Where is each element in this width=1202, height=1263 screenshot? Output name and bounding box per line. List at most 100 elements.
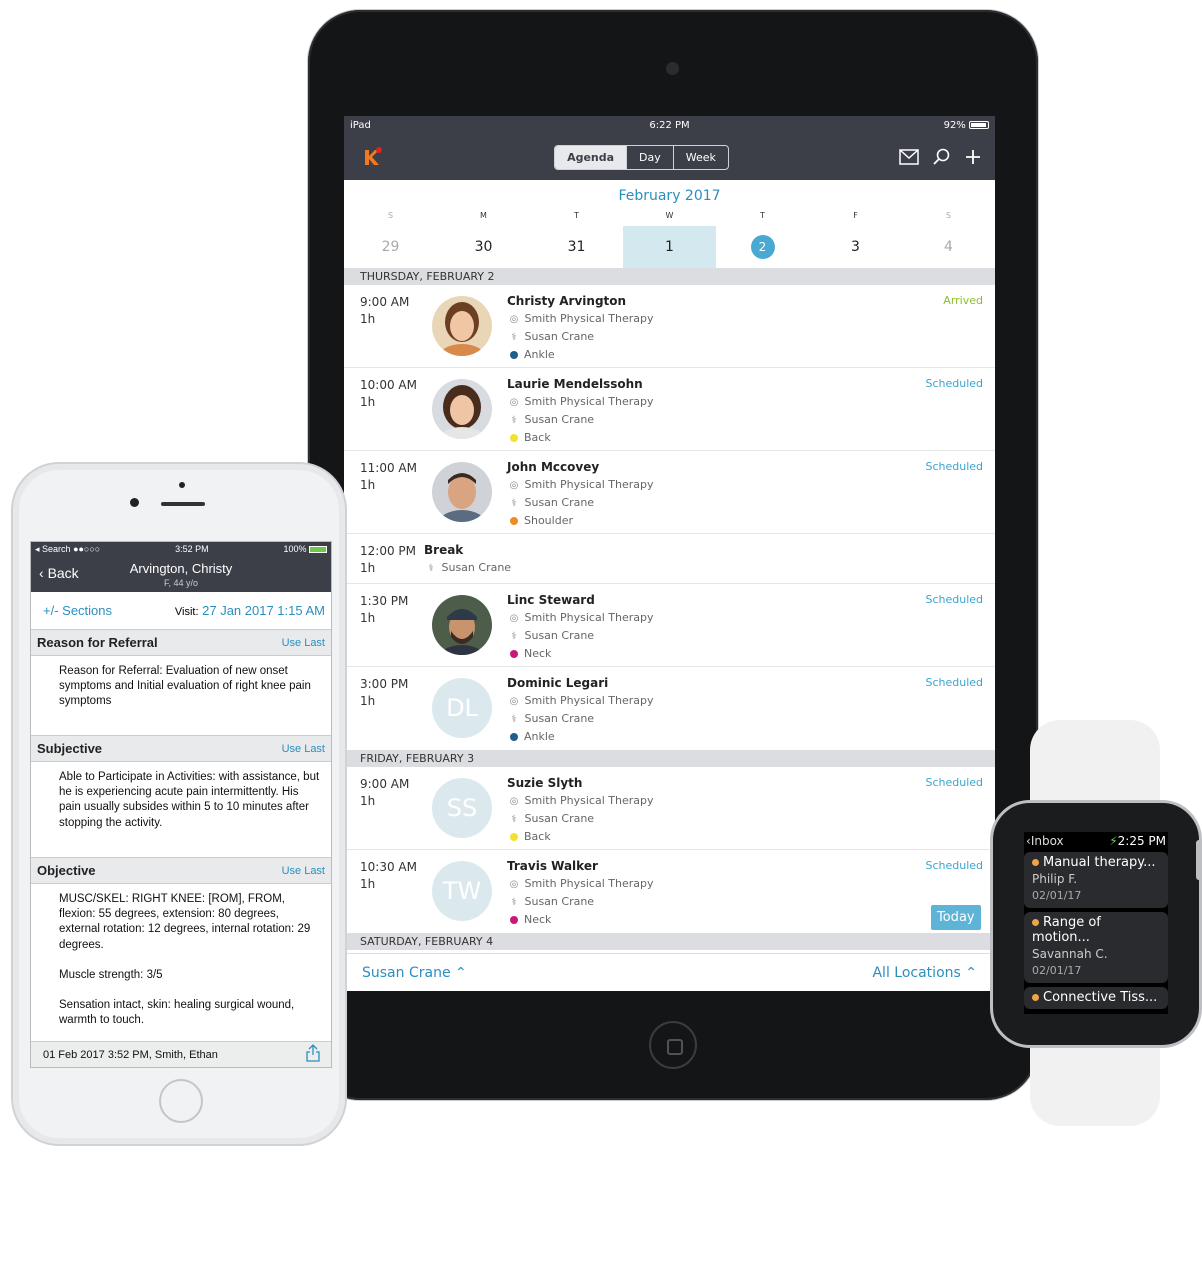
patient-avatar [432,379,492,439]
use-last-button[interactable]: Use Last [282,637,325,649]
date-cell-selected[interactable]: 1 [623,226,716,268]
appointment-row[interactable]: 10:30 AM 1h TW Travis Walker ◎ Smith Phys… [344,850,995,933]
weekday-label: W [665,211,674,220]
duration-text: 1h [360,478,376,492]
date-cell-today[interactable]: 2 [716,226,809,268]
inbox-item-title: Connective Tiss... [1032,990,1160,1005]
location-name: Smith Physical Therapy [524,611,654,624]
provider-name: Susan Crane [524,712,595,725]
appointment-row[interactable]: 3:00 PM 1h DL Dominic Legari ◎ Smith Phys… [344,667,995,750]
visit-date[interactable]: 27 Jan 2017 1:15 AM [202,603,325,618]
device-label: iPad [350,119,371,131]
tag-dot [510,916,518,924]
location-name: Smith Physical Therapy [524,478,654,491]
provider-name: Susan Crane [524,812,595,825]
filter-bar: Susan Crane ⌃ All Locations ⌃ [344,953,995,991]
break-details: Break ⚕ Susan Crane [424,542,511,577]
ipad-status-bar: iPad 6:22 PM 92% [344,116,995,134]
tab-week[interactable]: Week [672,145,728,169]
provider-filter[interactable]: Susan Crane ⌃ [362,965,467,981]
iphone-front-lens [130,498,139,507]
appointment-status: Scheduled [925,776,983,789]
battery-indicator: 92% [944,120,989,131]
time-text: 9:00 AM [360,295,410,309]
location-pin-icon: ◎ [509,397,519,408]
iphone-device: ◂ Search ●●○○○ 3:52 PM 100% ‹ Back Arvin… [11,462,347,1146]
use-last-button[interactable]: Use Last [282,865,325,877]
ipad-home-button[interactable] [649,1021,697,1069]
carrier-text: Search [42,543,71,554]
section-text: MUSC/SKEL: RIGHT KNEE: [ROM], FROM, flex… [59,893,311,951]
watch-crown[interactable] [1196,840,1202,880]
provider-name: Susan Crane [524,413,595,426]
date-cell[interactable]: 3 [809,226,902,268]
weekday-label: S [387,211,394,220]
section-body[interactable]: Able to Participate in Activities: with … [31,762,331,858]
appointment-row[interactable]: 9:00 AM 1h SS Suzie Slyth ◎ Smith Physica… [344,767,995,850]
status-time: 3:52 PM [175,544,209,554]
mail-icon[interactable] [899,149,919,165]
appointment-row[interactable]: 1:30 PM 1h Linc Steward ◎ Smith Physical … [344,584,995,667]
appointment-status: Arrived [943,294,983,307]
search-icon[interactable] [933,148,951,166]
stethoscope-icon: ⚕ [511,415,517,426]
location-pin-icon: ◎ [509,314,519,325]
inbox-item-name: Savannah C. [1032,947,1108,961]
patient-initials-avatar: DL [432,678,492,738]
inbox-item-title: Manual therapy... [1032,855,1160,870]
break-row[interactable]: 12:00 PM 1h Break ⚕ Susan Crane [344,534,995,584]
appointment-details: Christy Arvington ◎ Smith Physical Thera… [507,293,654,363]
unread-dot [1032,994,1039,1001]
section-body[interactable]: MUSC/SKEL: RIGHT KNEE: [ROM], FROM, flex… [31,884,331,1044]
time-text: 12:00 PM [360,544,416,558]
duration-text: 1h [360,395,376,409]
tag-dot [510,351,518,359]
date-cell[interactable]: 30 [437,226,530,268]
header-actions [899,148,981,166]
date-cell[interactable]: 31 [530,226,623,268]
patient-name: John Mccovey [507,460,600,474]
app-logo-icon[interactable] [362,146,384,168]
inbox-item[interactable]: Range of motion... Savannah C. 02/01/17 [1024,912,1168,983]
section-text: Reason for Referral: Evaluation of new o… [59,665,311,708]
section-text: Able to Participate in Activities: with … [59,771,320,829]
sections-link[interactable]: +/- Sections [43,603,112,618]
section-text: Muscle strength: 3/5 [59,968,163,981]
date-cell[interactable]: 4 [902,226,995,268]
use-last-button[interactable]: Use Last [282,743,325,755]
tab-day[interactable]: Day [626,145,673,169]
unread-dot [1032,859,1039,866]
appointment-row[interactable]: 9:00 AM 1h Christy Arvington ◎ Smith Phys… [344,285,995,368]
iphone-home-button[interactable] [159,1079,203,1123]
charging-bolt-icon: ⚡ [1109,834,1118,848]
watch-time: ⚡2:25 PM [1109,834,1166,850]
patient-name: Dominic Legari [507,676,609,690]
appointment-status: Scheduled [925,377,983,390]
duration-text: 1h [360,694,376,708]
provider-name: Susan Crane [524,629,595,642]
patient-avatar [432,296,492,356]
inbox-item[interactable]: Connective Tiss... [1024,987,1168,1009]
patient-initials-avatar: SS [432,778,492,838]
body-part-tag: Back [524,830,551,843]
share-icon[interactable] [305,1044,321,1065]
app-header: Agenda Day Week [344,134,995,180]
tab-agenda[interactable]: Agenda [555,145,627,169]
today-button[interactable]: Today [931,905,981,930]
watch-back-button[interactable]: ‹Inbox [1026,834,1064,850]
iphone-camera [179,482,185,488]
location-filter[interactable]: All Locations ⌃ [872,965,977,981]
appointment-time: 1:30 PM 1h [360,593,408,627]
appointment-row[interactable]: 10:00 AM 1h Laurie Mendelssohn ◎ Smith Ph… [344,368,995,451]
inbox-item[interactable]: Manual therapy... Philip F. 02/01/17 [1024,852,1168,908]
inbox-title-text: Manual therapy... [1043,855,1156,870]
appointment-row[interactable]: 11:00 AM 1h John Mccovey ◎ Smith Physical… [344,451,995,534]
iphone-screen: ◂ Search ●●○○○ 3:52 PM 100% ‹ Back Arvin… [30,541,332,1068]
battery-indicator: 100% [283,544,327,554]
month-title[interactable]: February 2017 [344,180,995,210]
section-body[interactable]: Reason for Referral: Evaluation of new o… [31,656,331,736]
date-cell[interactable]: 29 [344,226,437,268]
appointment-details: Travis Walker ◎ Smith Physical Therapy ⚕… [507,858,654,928]
add-icon[interactable] [965,149,981,165]
stethoscope-icon: ⚕ [511,897,517,908]
